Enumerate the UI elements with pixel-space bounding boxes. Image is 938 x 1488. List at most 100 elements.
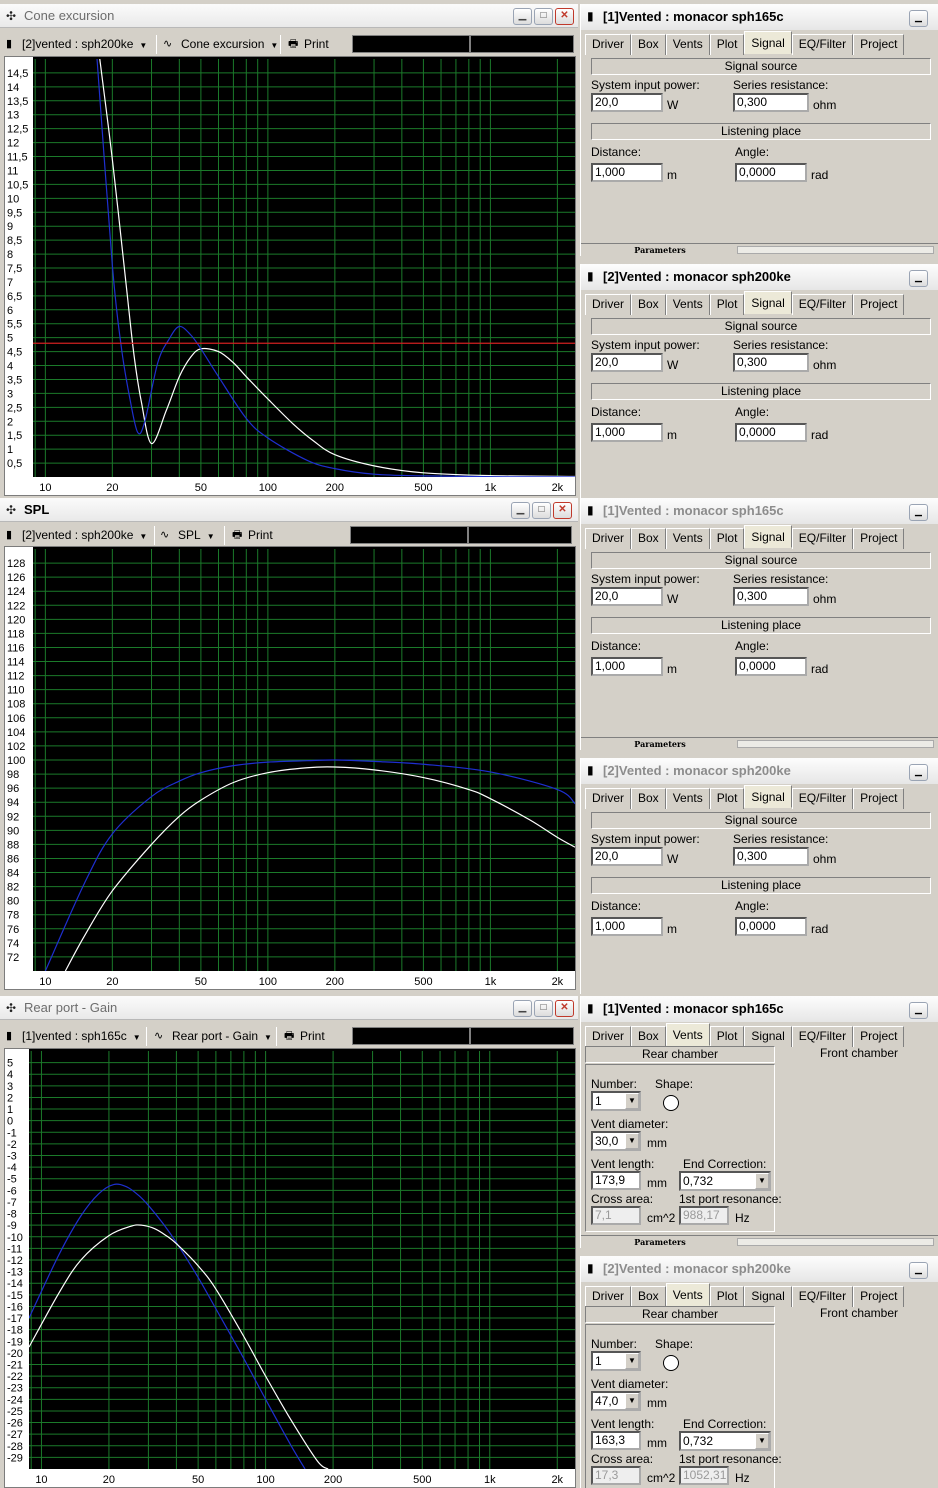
panel-titlebar[interactable]: ▮ [1]Vented : monacor sph165c ▁: [581, 4, 938, 30]
angle-input[interactable]: 0,0000: [735, 657, 807, 676]
rear-port-titlebar[interactable]: ✣ Rear port - Gain ▁ □ ✕: [0, 996, 578, 1020]
distance-input[interactable]: 1,000: [591, 657, 663, 676]
tab-plot[interactable]: Plot: [709, 34, 745, 55]
tab-signal[interactable]: Signal: [744, 1286, 792, 1307]
driver-select[interactable]: ▮ [2]vented : sph200ke ▼: [6, 34, 147, 55]
end-correction-select[interactable]: 0,732 ▼: [679, 1171, 771, 1191]
tab-eq-filter[interactable]: EQ/Filter: [791, 294, 854, 315]
graph-select[interactable]: ∿ SPL ▼: [160, 525, 215, 546]
driver-select[interactable]: ▮ [1]vented : sph165c ▼: [6, 1026, 141, 1047]
power-input[interactable]: 20,0: [591, 587, 663, 606]
minimize-icon[interactable]: ▁: [909, 270, 928, 287]
driver-select[interactable]: ▮ [2]vented : sph200ke ▼: [6, 525, 147, 546]
footer-scroll[interactable]: [737, 740, 934, 748]
maximize-icon[interactable]: □: [534, 8, 553, 25]
tab-driver[interactable]: Driver: [585, 1286, 631, 1307]
power-input[interactable]: 20,0: [591, 93, 663, 112]
spl-plot[interactable]: 128 126 124 122 120 118 116 114 112 110 108 106 104 1…: [4, 546, 576, 990]
distance-input[interactable]: 1,000: [591, 163, 663, 182]
spl-titlebar[interactable]: ✣ SPL ▁ □ ✕: [0, 498, 578, 522]
print-button[interactable]: 🖶 Print: [288, 34, 329, 55]
series-resistance-input[interactable]: 0,300: [733, 587, 809, 606]
power-input[interactable]: 20,0: [591, 353, 663, 372]
tab-box[interactable]: Box: [631, 1286, 666, 1307]
tab-project[interactable]: Project: [853, 34, 905, 55]
minimize-icon[interactable]: ▁: [909, 764, 928, 781]
maximize-icon[interactable]: □: [534, 1000, 553, 1017]
tab-box[interactable]: Box: [631, 294, 666, 315]
tab-driver[interactable]: Driver: [585, 34, 631, 55]
minimize-icon[interactable]: ▁: [513, 1000, 532, 1017]
tab-vents[interactable]: Vents: [665, 788, 710, 809]
cone-excursion-plot[interactable]: 14,5 14 13,5 13 12,5 12 11,5 11 10,5 10 9,5 9 8,5 8 7,…: [4, 56, 576, 496]
tab-signal[interactable]: Signal: [744, 785, 792, 808]
vent-length-input[interactable]: 173,9: [591, 1171, 641, 1190]
power-input[interactable]: 20,0: [591, 847, 663, 866]
tab-plot[interactable]: Plot: [709, 294, 745, 315]
drag-handle-icon[interactable]: ✣: [6, 9, 16, 23]
parameters-tab[interactable]: Parameters: [585, 245, 735, 255]
print-button[interactable]: 🖶 Print: [284, 1026, 325, 1047]
graph-select[interactable]: ∿ Cone excursion ▼: [163, 34, 278, 55]
tab-project[interactable]: Project: [853, 528, 905, 549]
vent-length-input[interactable]: 163,3: [591, 1431, 641, 1450]
tab-project[interactable]: Project: [853, 1286, 905, 1307]
tab-driver[interactable]: Driver: [585, 528, 631, 549]
minimize-icon[interactable]: ▁: [909, 1262, 928, 1279]
vent-diameter-select[interactable]: 47,0 ▼: [591, 1391, 641, 1411]
tab-project[interactable]: Project: [853, 1026, 905, 1047]
tab-eq-filter[interactable]: EQ/Filter: [791, 788, 854, 809]
angle-input[interactable]: 0,0000: [735, 163, 807, 182]
tab-driver[interactable]: Driver: [585, 294, 631, 315]
minimize-icon[interactable]: ▁: [909, 504, 928, 521]
panel-titlebar[interactable]: ▮ [1]Vented : monacor sph165c ▁: [581, 996, 938, 1022]
angle-input[interactable]: 0,0000: [735, 917, 807, 936]
drag-handle-icon[interactable]: ✣: [6, 1001, 16, 1015]
distance-input[interactable]: 1,000: [591, 423, 663, 442]
tab-box[interactable]: Box: [631, 528, 666, 549]
tab-box[interactable]: Box: [631, 34, 666, 55]
parameters-tab[interactable]: Parameters: [585, 1237, 735, 1247]
tab-vents[interactable]: Vents: [665, 34, 710, 55]
circle-shape-icon[interactable]: [663, 1355, 679, 1371]
close-icon[interactable]: ✕: [555, 1000, 574, 1017]
tab-vents[interactable]: Vents: [665, 1023, 710, 1046]
minimize-icon[interactable]: ▁: [909, 1002, 928, 1019]
tab-project[interactable]: Project: [853, 294, 905, 315]
close-icon[interactable]: ✕: [555, 8, 574, 25]
chevron-down-icon[interactable]: ▼: [625, 1133, 639, 1149]
series-resistance-input[interactable]: 0,300: [733, 93, 809, 112]
tab-box[interactable]: Box: [631, 1026, 666, 1047]
maximize-icon[interactable]: □: [532, 502, 551, 519]
graph-select[interactable]: ∿ Rear port - Gain ▼: [154, 1026, 272, 1047]
angle-input[interactable]: 0,0000: [735, 423, 807, 442]
footer-scroll[interactable]: [737, 1238, 934, 1246]
tab-box[interactable]: Box: [631, 788, 666, 809]
end-correction-select[interactable]: 0,732 ▼: [679, 1431, 771, 1451]
minimize-icon[interactable]: ▁: [513, 8, 532, 25]
tab-eq-filter[interactable]: EQ/Filter: [791, 1286, 854, 1307]
tab-driver[interactable]: Driver: [585, 788, 631, 809]
tab-project[interactable]: Project: [853, 788, 905, 809]
panel-titlebar[interactable]: ▮ [2]Vented : monacor sph200ke ▁: [581, 1256, 938, 1282]
parameters-tab[interactable]: Parameters: [585, 739, 735, 749]
chevron-down-icon[interactable]: ▼: [755, 1173, 769, 1189]
tab-eq-filter[interactable]: EQ/Filter: [791, 1026, 854, 1047]
tab-plot[interactable]: Plot: [709, 788, 745, 809]
chevron-down-icon[interactable]: ▼: [625, 1353, 639, 1369]
vent-diameter-select[interactable]: 30,0 ▼: [591, 1131, 641, 1151]
series-resistance-input[interactable]: 0,300: [733, 847, 809, 866]
tab-plot[interactable]: Plot: [709, 1026, 745, 1047]
minimize-icon[interactable]: ▁: [511, 502, 530, 519]
close-icon[interactable]: ✕: [553, 502, 572, 519]
tab-eq-filter[interactable]: EQ/Filter: [791, 528, 854, 549]
drag-handle-icon[interactable]: ✣: [6, 503, 16, 517]
circle-shape-icon[interactable]: [663, 1095, 679, 1111]
chevron-down-icon[interactable]: ▼: [625, 1393, 639, 1409]
series-resistance-input[interactable]: 0,300: [733, 353, 809, 372]
distance-input[interactable]: 1,000: [591, 917, 663, 936]
tab-vents[interactable]: Vents: [665, 294, 710, 315]
footer-scroll[interactable]: [737, 246, 934, 254]
rear-port-gain-plot[interactable]: 5 4 3 2 1 0 -1 -2 -3 -4 -5 -6 -7 -8 -9 -10 -11 -12 -13 -14-…: [4, 1048, 576, 1488]
tab-plot[interactable]: Plot: [709, 528, 745, 549]
